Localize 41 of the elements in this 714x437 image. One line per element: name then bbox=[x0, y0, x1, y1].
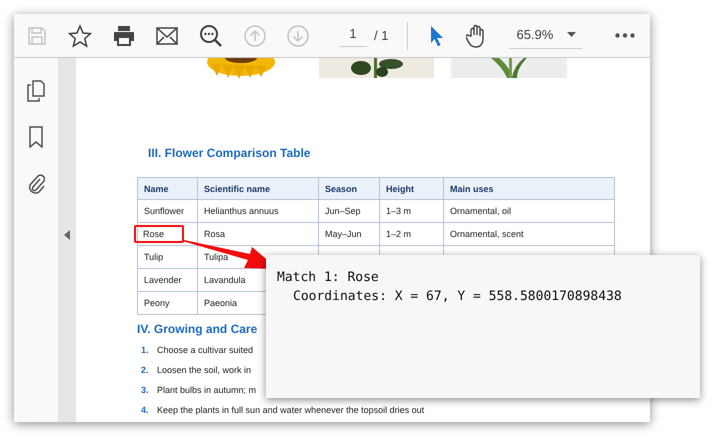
step-text: Choose a cultivar suited bbox=[157, 345, 254, 355]
step-number: 3. bbox=[141, 385, 150, 395]
table-cell: May–Jun bbox=[318, 222, 380, 246]
table-cell: Peony bbox=[138, 292, 198, 314]
table-cell: Helianthus annuus bbox=[198, 200, 318, 222]
paperclip-icon[interactable] bbox=[27, 172, 45, 194]
step-number: 2. bbox=[141, 365, 150, 375]
step-text: Plant bulbs in autumn; m bbox=[157, 385, 256, 395]
star-icon[interactable] bbox=[68, 24, 92, 48]
table-cell: 1–2 m bbox=[380, 222, 444, 246]
bookmark-icon[interactable] bbox=[29, 126, 43, 148]
table-cell: Ornamental, oil bbox=[444, 200, 614, 222]
table-cell: Sunflower bbox=[138, 200, 198, 222]
caret-icon bbox=[567, 32, 576, 36]
page-number-field[interactable]: 1 bbox=[339, 24, 367, 47]
zoom-dropdown[interactable]: 65.9% bbox=[509, 22, 582, 48]
step-number: 1. bbox=[141, 345, 150, 355]
table-cell: Jun–Sep bbox=[318, 200, 380, 222]
collapse-icon[interactable] bbox=[64, 230, 70, 240]
highlighted-cell: Rose bbox=[134, 225, 184, 243]
envelope-icon[interactable] bbox=[156, 26, 178, 44]
section-heading: III. Flower Comparison Table bbox=[148, 145, 312, 161]
step-number: 4. bbox=[141, 405, 150, 415]
column-header: Main uses bbox=[444, 178, 614, 200]
step-text: Loosen the soil, work in bbox=[157, 365, 252, 375]
pages-icon[interactable] bbox=[27, 80, 45, 102]
page-total: / 1 bbox=[374, 28, 388, 43]
table-cell: 1–3 m bbox=[380, 200, 444, 222]
column-header: Season bbox=[318, 178, 380, 200]
step-text: Keep the plants in full sun and water whenever the topsoil dries out bbox=[157, 405, 424, 415]
column-header: Height bbox=[380, 178, 444, 200]
column-header: Name bbox=[138, 178, 198, 200]
table-cell: Tulip bbox=[138, 246, 198, 268]
column-header: Scientific name bbox=[198, 178, 318, 200]
search-icon[interactable] bbox=[199, 24, 223, 48]
table-cell: Lavender bbox=[138, 268, 198, 292]
section-heading: IV. Growing and Care bbox=[137, 321, 258, 337]
table-cell: Ornamental, scent bbox=[444, 222, 614, 246]
more-icon[interactable] bbox=[615, 33, 636, 38]
printer-icon[interactable] bbox=[113, 24, 135, 46]
pointer-icon[interactable] bbox=[429, 24, 446, 46]
